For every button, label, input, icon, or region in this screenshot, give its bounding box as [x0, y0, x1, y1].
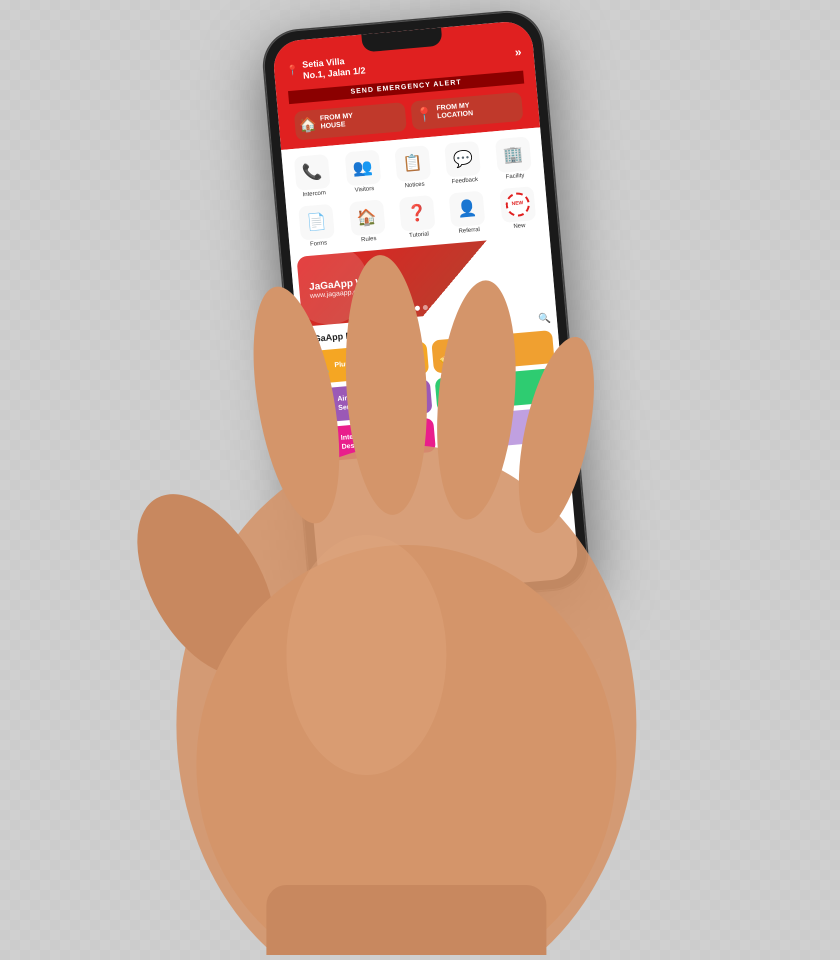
promo-banner[interactable]: JaGaApp Website www.jagaapp.com	[296, 235, 549, 326]
menu-new[interactable]: NEW New	[493, 185, 543, 231]
cleaner-icon: 🧹	[437, 346, 456, 364]
new-badge: NEW	[505, 191, 531, 217]
banner-pagination-dots	[415, 304, 436, 311]
forms-label: Forms	[310, 240, 327, 247]
myservices-search-icon[interactable]: 🔍	[538, 313, 551, 325]
plumber-icon: 🔧	[311, 357, 330, 375]
interior-label: InteriorDesigner	[340, 431, 371, 452]
location-details: Setia Villa No.1, Jalan 1/2	[302, 54, 366, 81]
location-icon: 📍	[415, 105, 434, 123]
notices-label: Notices	[404, 181, 424, 189]
menu-forms[interactable]: 📄 Forms	[292, 203, 342, 249]
facility-icon: 🏢	[502, 144, 524, 166]
reno-icon: 🔨	[444, 424, 463, 442]
tutorial-label: Tutorial	[409, 231, 429, 239]
menu-notices[interactable]: 📋 Notices	[388, 144, 438, 190]
electrician-icon: ⚡	[441, 385, 460, 403]
dot-2	[423, 304, 428, 309]
menu-tutorial[interactable]: ❓ Tutorial	[393, 194, 443, 240]
phone-wrapper: 📍 Setia Villa No.1, Jalan 1/2 » SEND EME…	[261, 9, 590, 611]
app-content: 📍 Setia Villa No.1, Jalan 1/2 » SEND EME…	[272, 20, 580, 601]
tutorial-icon: ❓	[406, 202, 428, 224]
interior-icon: 🛋️	[318, 435, 337, 453]
facility-label: Facility	[506, 172, 525, 180]
from-location-label: FROM MY LOCATION	[436, 102, 473, 122]
dot-1	[415, 305, 420, 310]
visitors-icon: 👥	[352, 157, 374, 179]
dot-3	[431, 304, 436, 309]
visitors-label: Visitors	[354, 186, 374, 194]
forms-icon: 📄	[306, 211, 328, 233]
plumber-label: Plumber	[334, 358, 363, 370]
menu-intercom[interactable]: 📞 Intercom	[288, 153, 338, 199]
menu-visitors[interactable]: 👥 Visitors	[338, 149, 388, 195]
service-cleaner-button[interactable]: 🧹 Cleaner	[431, 330, 555, 373]
service-reno-button[interactable]: 🔨 RenoContractor	[437, 407, 561, 452]
from-location-button[interactable]: 📍 FROM MY LOCATION	[410, 91, 523, 130]
services-grid: 🔧 Plumber 🧹 Cleaner ❄️ AircondServicing	[305, 330, 562, 463]
electrician-label: Electrician& Wiring	[463, 381, 500, 402]
new-label: New	[513, 223, 525, 230]
aircond-label: AircondServicing	[337, 392, 370, 413]
phone-screen: 📍 Setia Villa No.1, Jalan 1/2 » SEND EME…	[272, 20, 580, 601]
myservices-title: JaGaApp MyServices	[303, 327, 395, 345]
aircond-icon: ❄️	[315, 396, 334, 414]
menu-referral[interactable]: 👤 Referral	[443, 190, 493, 236]
feedback-icon: 💬	[452, 148, 474, 170]
cleaner-label: Cleaner	[460, 347, 486, 358]
menu-facility[interactable]: 🏢 Facility	[489, 135, 539, 181]
rules-icon: 🏠	[356, 207, 378, 229]
feedback-label: Feedback	[451, 177, 478, 185]
service-plumber-button[interactable]: 🔧 Plumber	[305, 341, 429, 384]
referral-icon: 👤	[457, 198, 479, 220]
new-badge-text: NEW	[511, 201, 523, 207]
notices-icon: 📋	[402, 152, 424, 174]
reno-label: RenoContractor	[467, 420, 504, 441]
location-info: 📍 Setia Villa No.1, Jalan 1/2	[285, 54, 366, 82]
phone-frame: 📍 Setia Villa No.1, Jalan 1/2 » SEND EME…	[261, 9, 590, 611]
referral-label: Referral	[458, 227, 480, 235]
menu-rules[interactable]: 🏠 Rules	[342, 198, 392, 244]
menu-feedback[interactable]: 💬 Feedback	[438, 140, 488, 186]
location-pin-icon: 📍	[286, 65, 299, 77]
from-house-button[interactable]: 🏠 FROM MY HOUSE	[294, 102, 407, 141]
service-electrician-button[interactable]: ⚡ Electrician& Wiring	[434, 368, 558, 413]
intercom-label: Intercom	[302, 190, 326, 198]
app-body: 📞 Intercom 👥 Visitors 📋 Notices	[281, 127, 568, 471]
service-interior-button[interactable]: 🛋️ InteriorDesigner	[311, 418, 435, 463]
rules-label: Rules	[361, 236, 377, 243]
house-icon: 🏠	[298, 115, 317, 133]
chevron-right-icon[interactable]: »	[514, 44, 522, 59]
scene: 📍 Setia Villa No.1, Jalan 1/2 » SEND EME…	[0, 0, 840, 925]
service-aircond-button[interactable]: ❄️ AircondServicing	[308, 379, 432, 424]
from-house-label: FROM MY HOUSE	[320, 112, 354, 132]
intercom-icon: 📞	[302, 161, 324, 183]
